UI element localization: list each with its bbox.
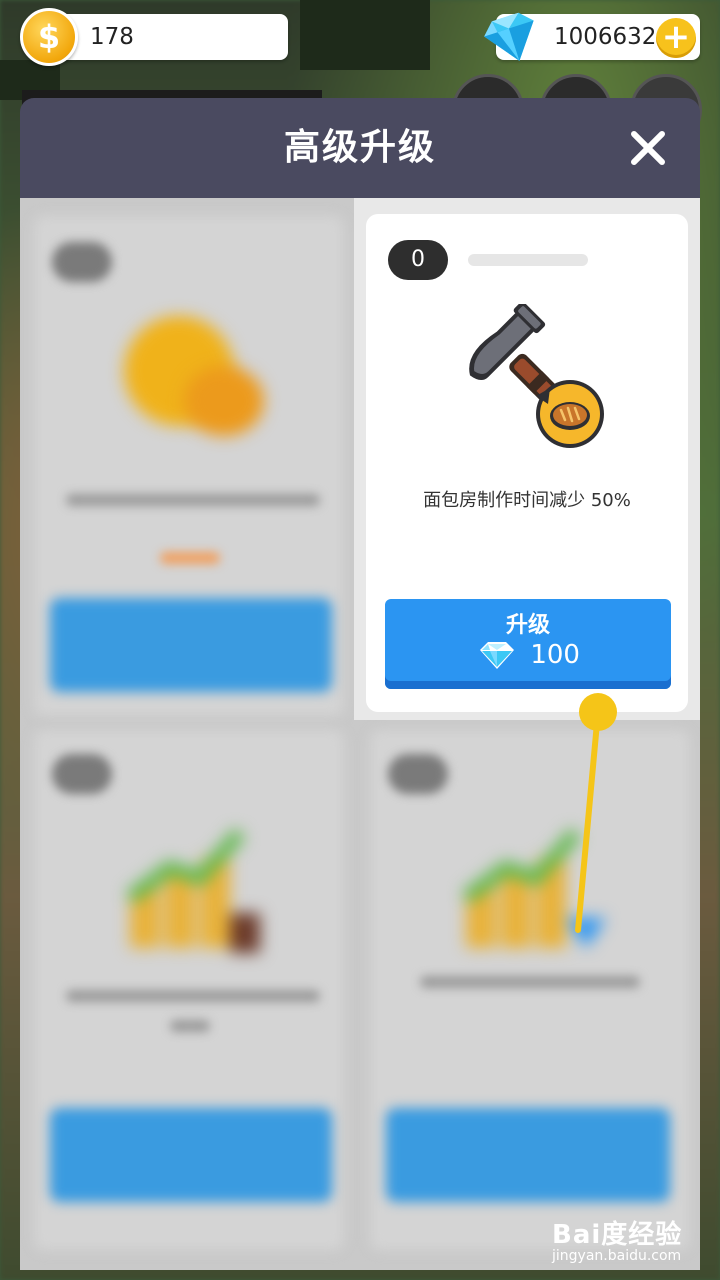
watermark-url: jingyan.baidu.com [552,1248,682,1264]
close-icon[interactable] [628,128,668,168]
level-badge: 0 [388,240,448,280]
upgrade-button-blurred [50,598,332,692]
diamond-icon [480,642,515,669]
modal-title: 高级升级 [283,127,436,168]
description-line [66,990,320,1002]
description-line [420,976,640,988]
modal-header: 高级升级 [20,98,700,198]
level-badge [388,754,448,794]
level-badge [52,242,112,282]
watermark-brand: Bai度经验 [552,1220,683,1250]
level-progress-bar [468,254,588,266]
hammer-bread-icon [469,304,604,448]
upgrade-card-highlighted: 0 面包房制作时间减少 50% 升级 100 [354,198,700,720]
upgrade-cost: 100 [385,639,671,671]
tutorial-pointer [575,693,617,933]
coin-pile-icon [184,366,264,436]
upgrade-button-label: 升级 [505,613,550,638]
gem-count: 1006632 [554,24,657,50]
upgrade-description: 面包房制作时间减少 50% [423,490,631,511]
upgrade-button[interactable]: 升级 100 [385,599,671,689]
coin-icon: $ [20,8,78,66]
baidu-jingyan-watermark: Bai度经验 jingyan.baidu.com [552,1214,712,1266]
background-block [300,0,430,70]
description-line [66,494,320,506]
level-badge [52,754,112,794]
upgrade-card: 0 面包房制作时间减少 50% 升级 100 [366,214,688,712]
coin-count: 178 [90,24,134,50]
price-line [160,552,220,564]
add-gems-button[interactable]: + [656,18,696,58]
description-line [170,1020,210,1032]
upgrade-button-blurred [50,1108,332,1202]
diamond-icon [484,12,534,61]
growth-chart-icon [125,828,260,953]
upgrade-cost-value: 100 [530,640,580,670]
upgrade-button-blurred [386,1108,670,1202]
